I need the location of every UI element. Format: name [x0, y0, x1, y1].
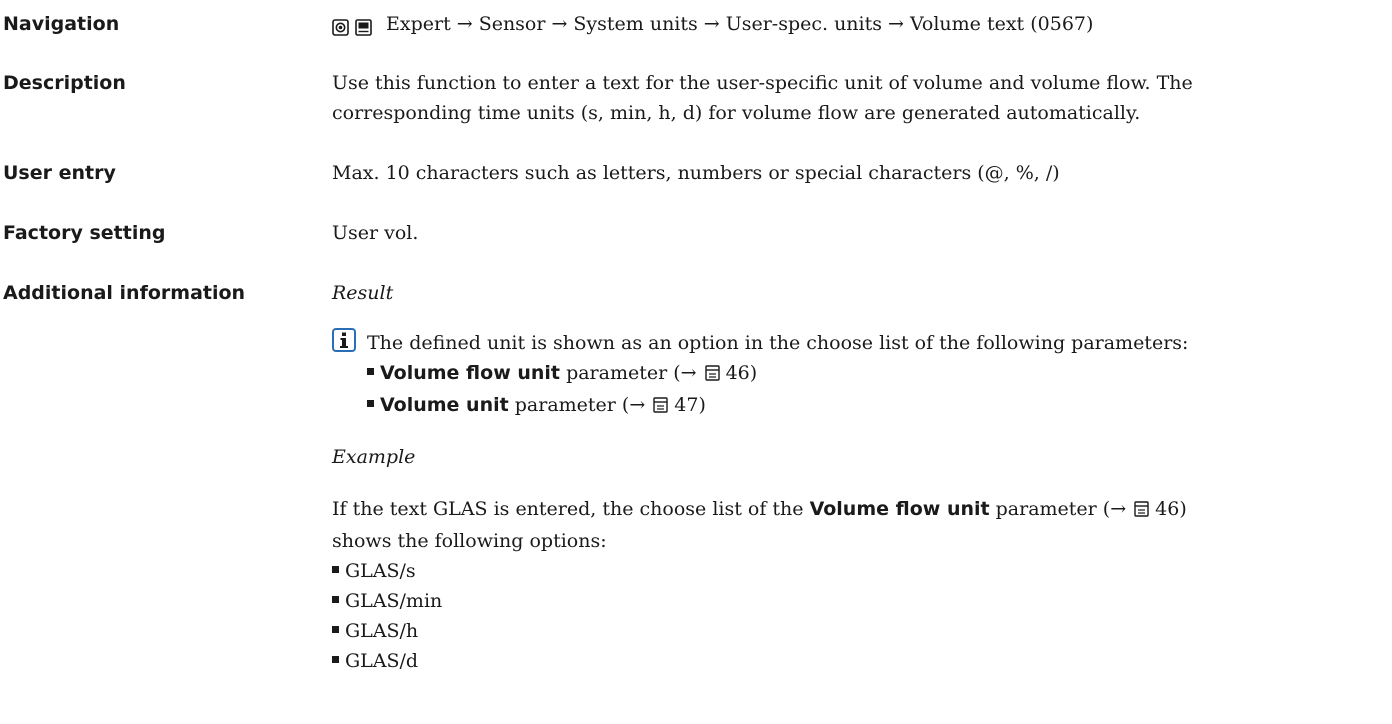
- bullet-icon: [367, 368, 374, 375]
- description-line-1: Use this function to enter a text for th…: [332, 72, 1193, 94]
- options-list: GLAS/s GLAS/min GLAS/h GLAS/d: [332, 556, 1382, 676]
- list-item: GLAS/h: [332, 616, 1382, 646]
- factory-setting-label: Factory setting: [3, 222, 166, 244]
- note-line: The defined unit is shown as an option i…: [367, 332, 1189, 354]
- arrow-right-icon: →: [551, 13, 568, 35]
- list-item: GLAS/min: [332, 586, 1382, 616]
- list-item: Volume flow unit parameter (→ 46): [367, 358, 1387, 390]
- bullet-icon: [332, 566, 339, 573]
- list-item: GLAS/s: [332, 556, 1382, 586]
- arrow-right-icon: →: [1110, 498, 1127, 520]
- user-entry-label: User entry: [3, 162, 116, 184]
- page-link[interactable]: 46: [1155, 498, 1179, 520]
- info-icon: [332, 328, 356, 352]
- user-entry-text: Max. 10 characters such as letters, numb…: [332, 162, 1060, 184]
- arrow-right-icon: →: [703, 13, 720, 35]
- page-reference-icon: [653, 392, 668, 422]
- bullet-icon: [332, 596, 339, 603]
- additional-info-label: Additional information: [3, 282, 246, 304]
- page-reference-icon: [704, 360, 720, 390]
- arrow-right-icon: →: [629, 394, 646, 416]
- nav-step-3: System units: [573, 13, 698, 35]
- list-item: Volume unit parameter (→ 47): [367, 390, 1387, 422]
- description-label: Description: [3, 72, 126, 94]
- nav-step-2: Sensor: [478, 13, 546, 35]
- page-link[interactable]: 46: [726, 362, 750, 384]
- navigation-label: Navigation: [3, 13, 120, 35]
- arrow-right-icon: →: [680, 362, 697, 384]
- nav-step-4: User-spec. units: [725, 13, 883, 35]
- description-text: Use this function to enter a text for th…: [332, 68, 1382, 128]
- note-text: The defined unit is shown as an option i…: [367, 328, 1387, 422]
- bullet-icon: [367, 400, 374, 407]
- web-browser-icon: [355, 18, 372, 36]
- factory-setting-text: User vol.: [332, 222, 419, 244]
- example-line-2: shows the following options:: [332, 530, 607, 552]
- page-link[interactable]: 47: [674, 394, 698, 416]
- bullet-icon: [332, 626, 339, 633]
- page-reference-icon: [1134, 496, 1149, 526]
- nav-step-1: Expert: [386, 13, 451, 35]
- description-line-2: corresponding time units (s, min, h, d) …: [332, 102, 1141, 124]
- param-list: Volume flow unit parameter (→ 46) Volume …: [367, 358, 1387, 422]
- result-heading: Result: [332, 282, 394, 304]
- example-body: Example If the text GLAS is entered, the…: [332, 442, 1382, 676]
- arrow-right-icon: →: [456, 13, 473, 35]
- example-line-1: If the text GLAS is entered, the choose …: [332, 494, 1382, 526]
- arrow-right-icon: →: [888, 13, 904, 35]
- example-heading: Example: [332, 446, 416, 468]
- nav-step-5: Volume text (0567): [909, 13, 1094, 35]
- navigation-path: Expert → Sensor → System units → User-spec. un…: [332, 9, 1382, 41]
- bullet-icon: [332, 656, 339, 663]
- operating-tool-icons: [332, 11, 372, 41]
- list-item: GLAS/d: [332, 646, 1382, 676]
- display-icon: [332, 18, 349, 36]
